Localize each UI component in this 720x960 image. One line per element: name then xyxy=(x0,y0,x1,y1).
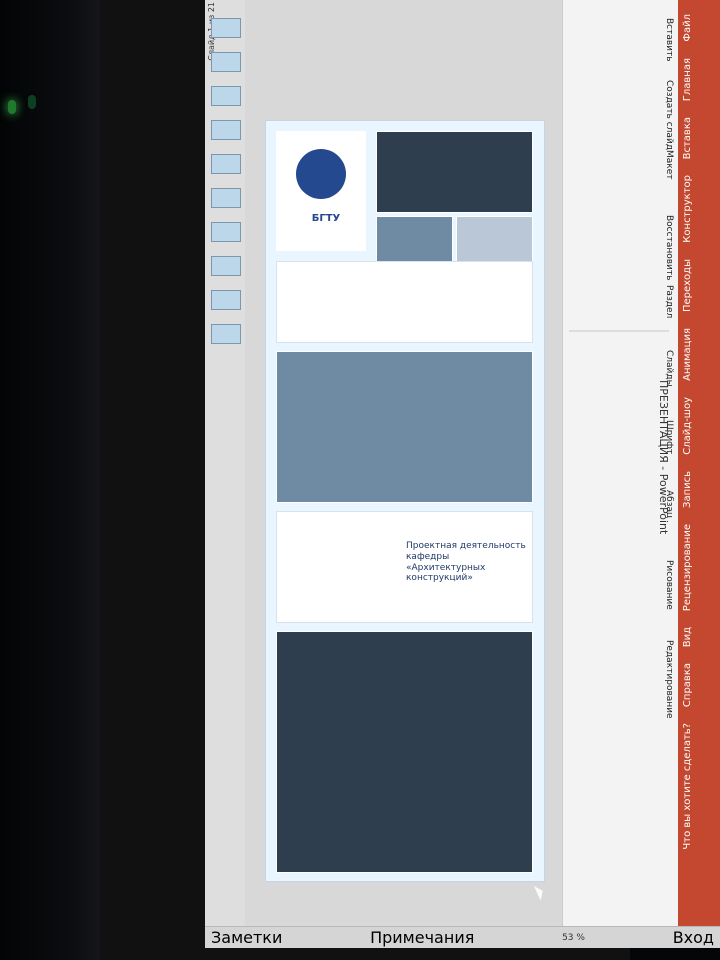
slide-thumb[interactable] xyxy=(211,256,241,276)
tab-review[interactable]: Рецензирование xyxy=(682,520,716,615)
slide-thumb[interactable] xyxy=(211,188,241,208)
power-led xyxy=(8,100,16,114)
slide-thumb[interactable] xyxy=(211,86,241,106)
ribbon-tabs: Файл Главная Вставка Конструктор Переход… xyxy=(682,10,716,930)
title-tabs-bar: Файл Главная Вставка Конструктор Переход… xyxy=(678,0,720,948)
slide-thumb[interactable] xyxy=(211,154,241,174)
notes-button[interactable]: Заметки xyxy=(211,928,282,947)
slide-thumb[interactable] xyxy=(211,120,241,140)
slide-canvas[interactable]: БГТУ Проектная деятельность кафедры «Арх… xyxy=(245,0,563,948)
tab-animations[interactable]: Анимация xyxy=(682,324,716,385)
logo-block: БГТУ xyxy=(276,131,366,251)
logo-text: БГТУ xyxy=(311,213,341,224)
tab-slideshow[interactable]: Слайд-шоу xyxy=(682,393,716,459)
bottom-collage xyxy=(276,631,533,873)
slide-heading: Проектная деятельность кафедры «Архитект… xyxy=(406,541,526,584)
university-logo-icon xyxy=(296,149,346,199)
layout-button[interactable]: Макет xyxy=(664,150,674,180)
search-tell-me[interactable]: Что вы хотите сделать? xyxy=(682,719,716,854)
status-bar: Заметки Примечания 53 % Вход xyxy=(205,926,720,948)
new-slide-button[interactable]: Создать слайд xyxy=(664,80,674,150)
section-button[interactable]: Раздел xyxy=(664,285,674,318)
window-title: ПРЕЗЕНТАЦИЯ - PowerPoint xyxy=(657,380,670,535)
project-renderings xyxy=(276,351,533,503)
screen: Слайд 1 из 21 БГТУ xyxy=(205,0,720,948)
slide-thumb[interactable] xyxy=(211,222,241,242)
certificates-panel xyxy=(276,261,533,343)
group-drawing-label: Рисование xyxy=(664,560,674,610)
zoom-level[interactable]: 53 % xyxy=(562,933,585,943)
slide-thumb[interactable] xyxy=(211,290,241,310)
tab-file[interactable]: Файл xyxy=(682,10,716,46)
mouse-cursor-icon xyxy=(533,883,547,901)
login-button[interactable]: Вход xyxy=(673,928,714,947)
current-slide[interactable]: БГТУ Проектная деятельность кафедры «Арх… xyxy=(265,120,545,882)
tab-transitions[interactable]: Переходы xyxy=(682,255,716,316)
tab-home[interactable]: Главная xyxy=(682,54,716,105)
monitor-frame: Слайд 1 из 21 БГТУ xyxy=(100,0,720,960)
slide-thumb[interactable] xyxy=(211,324,241,344)
group-editing-label: Редактирование xyxy=(664,640,674,719)
ribbon-separator xyxy=(569,330,669,332)
tab-insert[interactable]: Вставка xyxy=(682,113,716,163)
tab-view[interactable]: Вид xyxy=(682,623,716,651)
photo-collage xyxy=(376,131,533,213)
slide-thumb[interactable] xyxy=(211,52,241,72)
paste-button[interactable]: Вставить xyxy=(664,18,674,62)
reset-button[interactable]: Восстановить xyxy=(664,215,674,280)
slide-thumb[interactable] xyxy=(211,18,241,38)
tab-design[interactable]: Конструктор xyxy=(682,171,716,247)
comments-button[interactable]: Примечания xyxy=(370,928,474,947)
status-led xyxy=(28,95,36,109)
tab-help[interactable]: Справка xyxy=(682,659,716,711)
slide-thumbnails-panel[interactable]: Слайд 1 из 21 xyxy=(205,0,246,948)
tab-record[interactable]: Запись xyxy=(682,467,716,512)
